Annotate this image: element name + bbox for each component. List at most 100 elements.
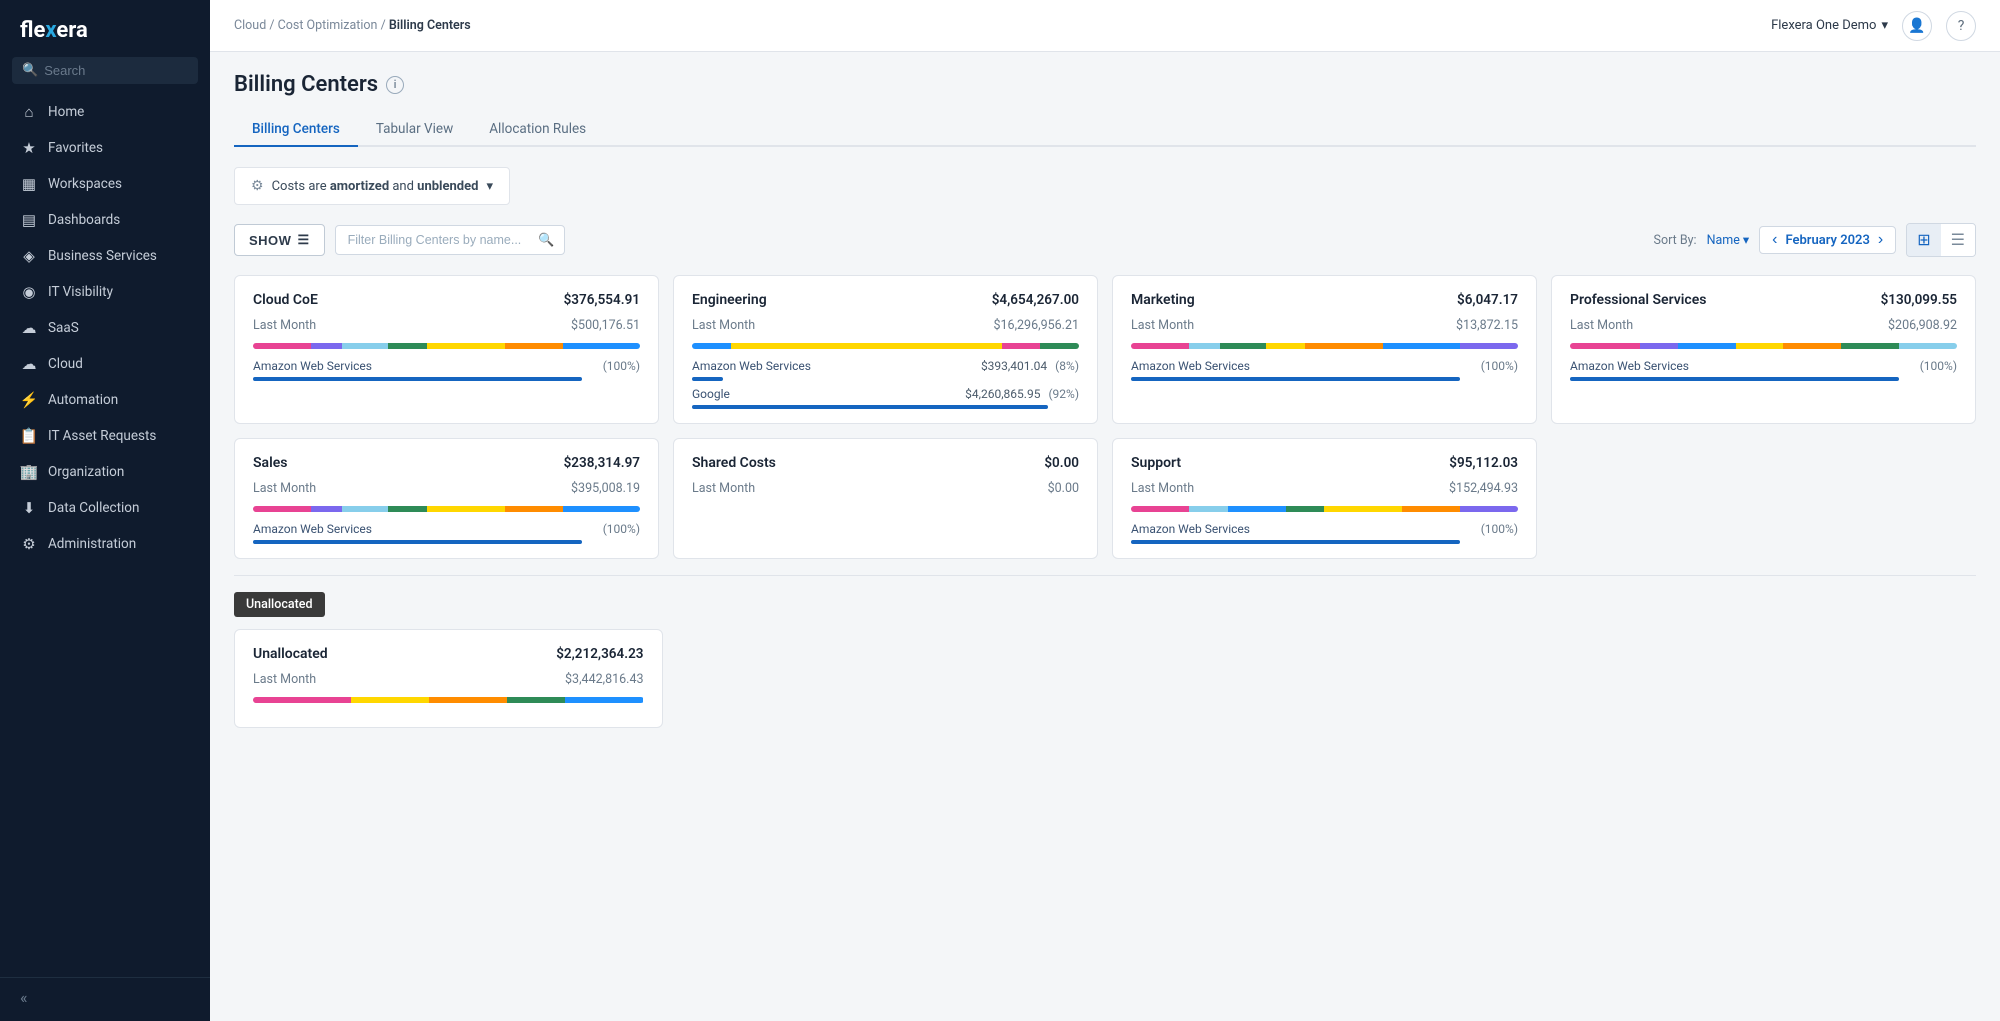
service-row: Amazon Web Services (100%) [1131, 522, 1518, 536]
billing-card-3[interactable]: Professional Services $130,099.55 Last M… [1551, 275, 1976, 424]
cost-filter-chevron: ▾ [486, 179, 493, 194]
it-visibility-icon: ◉ [20, 283, 38, 301]
unallocated-card-header: Unallocated $2,212,364.23 [253, 646, 644, 662]
service-row: Amazon Web Services (100%) [1570, 359, 1957, 373]
sidebar-item-dashboards[interactable]: ▤Dashboards [0, 202, 210, 238]
service-row: Amazon Web Services (100%) [253, 522, 640, 536]
show-button[interactable]: SHOW ☰ [234, 224, 325, 256]
unallocated-card-bar [253, 697, 644, 703]
card-amount: $130,099.55 [1881, 292, 1957, 308]
sidebar-item-label: Workspaces [48, 176, 122, 192]
card-amount: $95,112.03 [1449, 455, 1518, 471]
breadcrumb-cost-optimization[interactable]: Cost Optimization [278, 18, 378, 33]
search-input[interactable] [44, 63, 188, 78]
card-name: Cloud CoE [253, 292, 318, 308]
view-toggle: ⊞ ☰ [1906, 223, 1976, 257]
card-amount: $0.00 [1044, 455, 1079, 471]
breadcrumb-current: Billing Centers [389, 18, 471, 33]
sidebar-item-label: Organization [48, 464, 124, 480]
sidebar-item-cloud[interactable]: ☁Cloud [0, 346, 210, 382]
dashboards-icon: ▤ [20, 211, 38, 229]
breadcrumb: Cloud / Cost Optimization / Billing Cent… [234, 18, 471, 33]
breadcrumb-cloud[interactable]: Cloud [234, 18, 266, 33]
card-name: Professional Services [1570, 292, 1706, 308]
topbar-right: Flexera One Demo ▾ 👤 ? [1771, 11, 1976, 41]
filter-search-icon: 🔍 [538, 233, 554, 248]
tab-billing-centers[interactable]: Billing Centers [234, 113, 358, 147]
page-title-container: Billing Centers i [234, 72, 1976, 97]
card-services: Amazon Web Services (100%) [1131, 359, 1518, 381]
month-prev-button[interactable]: ‹ [1770, 231, 1779, 249]
service-progress-bar [1131, 540, 1460, 544]
sidebar-item-business-services[interactable]: ◈Business Services [0, 238, 210, 274]
filter-input[interactable] [335, 225, 565, 255]
unallocated-label: Unallocated [234, 592, 325, 617]
sidebar-item-it-visibility[interactable]: ◉IT Visibility [0, 274, 210, 310]
card-last-month: Last Month $152,494.93 [1131, 481, 1518, 496]
sidebar-item-data-collection[interactable]: ⬇Data Collection [0, 490, 210, 526]
card-bar [1131, 506, 1518, 512]
card-last-month: Last Month $500,176.51 [253, 318, 640, 333]
unallocated-card-last-month: Last Month $3,442,816.43 [253, 672, 644, 687]
help-icon[interactable]: ? [1946, 11, 1976, 41]
service-progress-bar [692, 405, 1048, 409]
toolbar: SHOW ☰ 🔍 Sort By: Name ▾ ‹ February 2023… [234, 223, 1976, 257]
billing-card-5[interactable]: Shared Costs $0.00 Last Month $0.00 [673, 438, 1098, 559]
org-selector[interactable]: Flexera One Demo ▾ [1771, 18, 1888, 33]
business-services-icon: ◈ [20, 247, 38, 265]
tab-tabular-view[interactable]: Tabular View [358, 113, 471, 147]
logo: flexera [0, 0, 210, 57]
sidebar-bottom: « [0, 977, 210, 1021]
sidebar-item-label: Automation [48, 392, 118, 408]
tab-allocation-rules[interactable]: Allocation Rules [471, 113, 604, 147]
page-title: Billing Centers [234, 72, 378, 97]
sort-value[interactable]: Name ▾ [1707, 232, 1750, 248]
sidebar-item-label: Cloud [48, 356, 83, 372]
card-name: Engineering [692, 292, 767, 308]
service-progress-bar [1570, 377, 1899, 381]
sidebar-item-home[interactable]: ⌂Home [0, 94, 210, 130]
cost-filter-text: Costs are amortized and unblended [272, 179, 479, 194]
account-icon[interactable]: 👤 [1902, 11, 1932, 41]
administration-icon: ⚙ [20, 535, 38, 553]
page-info-icon[interactable]: i [386, 76, 404, 94]
month-next-button[interactable]: › [1876, 231, 1885, 249]
org-chevron-icon: ▾ [1881, 18, 1888, 33]
grid-view-button[interactable]: ⊞ [1907, 224, 1940, 256]
service-progress-bar [253, 540, 582, 544]
sidebar-item-favorites[interactable]: ★Favorites [0, 130, 210, 166]
sidebar-item-label: SaaS [48, 320, 79, 336]
sidebar-item-automation[interactable]: ⚡ Automation [0, 382, 210, 418]
sidebar: flexera 🔍 ⌂Home★Favorites▦Workspaces▤Das… [0, 0, 210, 1021]
billing-card-4[interactable]: Sales $238,314.97 Last Month $395,008.19… [234, 438, 659, 559]
collapse-button[interactable]: « [20, 988, 190, 1007]
sidebar-item-administration[interactable]: ⚙ Administration [0, 526, 210, 562]
unallocated-card-name: Unallocated [253, 646, 328, 662]
card-name: Marketing [1131, 292, 1195, 308]
tabs-container: Billing CentersTabular ViewAllocation Ru… [234, 113, 1976, 147]
unallocated-section: Unallocated Unallocated $2,212,364.23 La… [234, 592, 1976, 728]
list-view-button[interactable]: ☰ [1941, 224, 1975, 256]
sidebar-item-label: IT Asset Requests [48, 428, 156, 444]
billing-card-1[interactable]: Engineering $4,654,267.00 Last Month $16… [673, 275, 1098, 424]
card-last-month: Last Month $0.00 [692, 481, 1079, 496]
sidebar-item-workspaces[interactable]: ▦Workspaces [0, 166, 210, 202]
sidebar-item-saas[interactable]: ☁SaaS [0, 310, 210, 346]
billing-card-2[interactable]: Marketing $6,047.17 Last Month $13,872.1… [1112, 275, 1537, 424]
sidebar-item-organization[interactable]: 🏢Organization [0, 454, 210, 490]
toolbar-left: SHOW ☰ 🔍 [234, 224, 565, 256]
billing-card-6[interactable]: Support $95,112.03 Last Month $152,494.9… [1112, 438, 1537, 559]
card-last-month: Last Month $16,296,956.21 [692, 318, 1079, 333]
card-name: Shared Costs [692, 455, 776, 471]
card-services: Amazon Web Services (100%) [1570, 359, 1957, 381]
main-content: Cloud / Cost Optimization / Billing Cent… [210, 0, 2000, 1021]
search-container[interactable]: 🔍 [12, 57, 198, 84]
automation-icon: ⚡ [20, 391, 38, 409]
sidebar-item-label: Administration [48, 536, 136, 552]
card-bar [692, 506, 1079, 512]
cost-filter-bar[interactable]: ⚙ Costs are amortized and unblended ▾ [234, 167, 510, 205]
billing-card-0[interactable]: Cloud CoE $376,554.91 Last Month $500,17… [234, 275, 659, 424]
sidebar-item-it-asset-requests[interactable]: 📋IT Asset Requests [0, 418, 210, 454]
card-amount: $376,554.91 [564, 292, 640, 308]
sort-label: Sort By: [1654, 233, 1697, 248]
